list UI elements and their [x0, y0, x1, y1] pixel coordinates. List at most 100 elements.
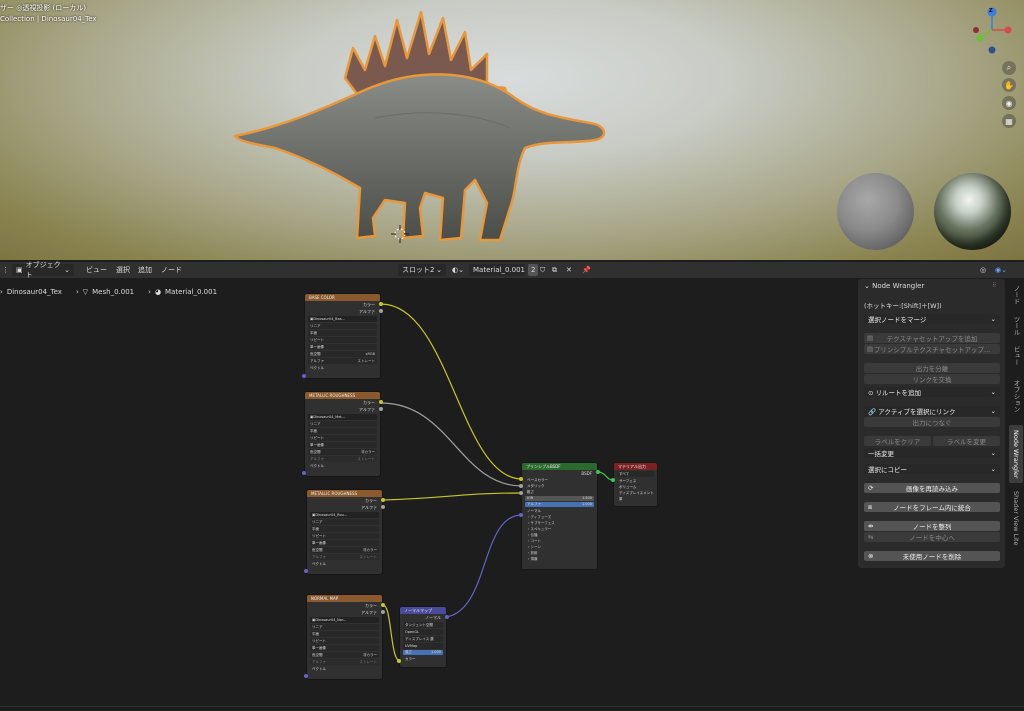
socket-color-out[interactable]	[379, 302, 383, 306]
fake-user-icon[interactable]: ⛉	[540, 264, 545, 276]
material-name-field[interactable]: Material_0.001	[469, 264, 525, 276]
space-dropdown[interactable]: タンジェント空間	[403, 622, 443, 628]
mode-dropdown[interactable]: ▣ オブジェクト ⌄	[12, 261, 74, 279]
menu-view[interactable]: ビュー	[86, 264, 107, 276]
colorspace-dropdown[interactable]: 色空間 非カラー	[308, 449, 377, 455]
image-selector[interactable]: ▣ Dinosaur04_Nor...	[310, 617, 379, 623]
projection-dropdown[interactable]: 平面	[310, 526, 379, 532]
image-texture-node-metallic[interactable]: METALLIC ROUGHNESS カラー アルファ ▣ Dinosaur04…	[304, 391, 381, 477]
socket-color-out[interactable]	[381, 603, 385, 607]
target-dropdown[interactable]: すべて	[617, 471, 654, 477]
alpha-mode-dropdown[interactable]: アルファ ストレート	[308, 456, 377, 462]
image-selector[interactable]: ▣ Dinosaur04_Met...	[308, 414, 377, 420]
add-principled-setup-button[interactable]: ▤ プリンシプルテクスチャセットアップ...	[864, 344, 1000, 354]
interpolation-dropdown[interactable]: リニア	[308, 323, 377, 329]
modify-labels-button[interactable]: ラベルを変更	[933, 436, 1000, 446]
colorspace-dropdown[interactable]: 色空間 sRGB	[308, 351, 377, 357]
socket-surface-in[interactable]	[611, 478, 615, 482]
source-dropdown[interactable]: 単一画像	[310, 540, 379, 546]
image-selector[interactable]: ▣ Dinosaur04_Rou...	[310, 512, 379, 518]
socket-vector-in[interactable]	[304, 569, 308, 573]
principled-bsdf-node[interactable]: プリンシプルBSDF BSDF ベースカラー メタリック 粗さ IOR 1.500…	[521, 462, 598, 570]
socket-vector-in[interactable]	[302, 471, 306, 475]
socket-normal-in[interactable]	[519, 513, 523, 517]
socket-color-out[interactable]	[381, 498, 385, 502]
panel-header[interactable]: ⌄ Node Wrangler	[864, 282, 924, 290]
tab-view[interactable]: ビュー	[1009, 343, 1023, 369]
snap-icon[interactable]: ◉⌄	[995, 264, 1007, 276]
camera-icon[interactable]: ◉	[1002, 96, 1016, 110]
uv-map-field[interactable]: UVMap	[403, 643, 443, 649]
extension-dropdown[interactable]: リピート	[308, 435, 377, 441]
alpha-mode-dropdown[interactable]: アルファ ストレート	[310, 659, 379, 665]
swap-links-button[interactable]: リンクを交換	[864, 374, 1000, 384]
editor-type-icon[interactable]: ⋮	[2, 264, 9, 276]
menu-select[interactable]: 選択	[116, 264, 130, 276]
menu-add[interactable]: 追加	[138, 264, 152, 276]
duplicate-material-icon[interactable]: ⧉	[552, 264, 557, 276]
pan-hand-icon[interactable]: ✋	[1002, 78, 1016, 92]
projection-dropdown[interactable]: 平面	[310, 631, 379, 637]
clear-label-button[interactable]: ラベルをクリア	[864, 436, 931, 446]
source-dropdown[interactable]: 単一画像	[308, 442, 377, 448]
alpha-slider[interactable]: アルファ 1.000	[525, 502, 594, 507]
copy-to-selected-dropdown[interactable]: 選択にコピー ⌄	[864, 464, 1000, 474]
socket-roughness-in[interactable]	[519, 491, 523, 495]
tab-node-wrangler[interactable]: Node Wrangler	[1009, 425, 1023, 483]
extension-dropdown[interactable]: リピート	[308, 337, 377, 343]
extension-dropdown[interactable]: リピート	[310, 533, 379, 539]
image-texture-node-roughness[interactable]: METALLIC ROUGHNESS カラー アルファ ▣ Dinosaur04…	[306, 489, 383, 575]
socket-color-out[interactable]	[379, 400, 383, 404]
socket-base-color-in[interactable]	[519, 477, 523, 481]
split-output-button[interactable]: 出力を分離	[864, 363, 1000, 373]
material-output-node[interactable]: マテリアル出力 すべて サーフェス ボリューム ディスプレイスメント 厚	[613, 462, 658, 507]
ior-slider[interactable]: IOR 1.500	[525, 496, 594, 501]
material-users-count[interactable]: 2	[528, 264, 539, 276]
socket-alpha-out[interactable]	[381, 505, 385, 509]
add-reroute-dropdown[interactable]: ⊙ リルートを追加 ⌄	[864, 387, 1000, 397]
socket-metallic-in[interactable]	[519, 484, 523, 488]
zoom-icon[interactable]: ⌕	[1002, 61, 1016, 75]
merge-selected-dropdown[interactable]: 選択ノードをマージ ⌄	[864, 314, 1000, 324]
3d-cursor-icon[interactable]	[391, 225, 409, 243]
drag-handle-icon[interactable]: ⠿	[992, 282, 996, 289]
socket-alpha-out[interactable]	[381, 610, 385, 614]
tab-tool[interactable]: ツール	[1009, 313, 1023, 339]
frame-selected-button[interactable]: ⧈ ノードをフレーム内に統合	[864, 502, 1000, 512]
3d-viewport[interactable]: ザー ◎透視投影 (ローカル) Collection | Dinosaur04_…	[0, 0, 1024, 260]
align-nodes-button[interactable]: ⇹ ノードを整列	[864, 521, 1000, 531]
link-active-dropdown[interactable]: 🔗 アクティブを選択にリンク ⌄	[864, 406, 1000, 416]
center-nodes-button[interactable]: ⇆ ノードを中心へ	[864, 532, 1000, 542]
projection-dropdown[interactable]: 平面	[308, 428, 377, 434]
socket-bsdf-out[interactable]	[596, 470, 600, 474]
socket-alpha-out[interactable]	[379, 407, 383, 411]
tab-options[interactable]: オプション	[1009, 373, 1023, 419]
alpha-mode-dropdown[interactable]: アルファ ストレート	[310, 554, 379, 560]
add-texture-setup-button[interactable]: ▤ テクスチャセットアップを追加	[864, 333, 1000, 343]
panel-thin-film[interactable]: › 薄膜	[522, 556, 597, 562]
delete-unused-nodes-button[interactable]: ⊗ 未使用ノードを削除	[864, 551, 1000, 561]
normal-map-node[interactable]: ノーマルマップ ノーマル タンジェント空間 OpenGL ディスプレイス 跳 U…	[399, 606, 447, 668]
interpolation-dropdown[interactable]: リニア	[310, 519, 379, 525]
grid-view-icon[interactable]: ▦	[1002, 114, 1016, 128]
strength-slider[interactable]: 強さ 1.000	[403, 650, 443, 655]
image-texture-node-normal[interactable]: NORMAL MAP カラー アルファ ▣ Dinosaur04_Nor... …	[306, 594, 383, 680]
colorspace-dropdown[interactable]: 色空間 非カラー	[310, 547, 379, 553]
socket-vector-in[interactable]	[302, 374, 306, 378]
overlay-icon[interactable]: ◎	[980, 264, 986, 276]
projection-dropdown[interactable]: 平面	[308, 330, 377, 336]
alpha-mode-dropdown[interactable]: アルファ ストレート	[308, 358, 377, 364]
image-selector[interactable]: ▣ Dinosaur04_Bas...	[308, 316, 377, 322]
source-dropdown[interactable]: 単一画像	[308, 344, 377, 350]
tab-node[interactable]: ノード	[1009, 281, 1023, 309]
interpolation-dropdown[interactable]: リニア	[308, 421, 377, 427]
menu-node[interactable]: ノード	[161, 264, 182, 276]
convention-dropdown[interactable]: OpenGL	[403, 629, 443, 635]
tab-shader-view-lite[interactable]: Shader View Lite	[1009, 487, 1023, 549]
displace-dropdown[interactable]: ディスプレイス 跳	[403, 636, 443, 642]
batch-change-dropdown[interactable]: 一括変更 ⌄	[864, 448, 1000, 458]
connect-to-output-button[interactable]: 出力につなぐ	[864, 417, 1000, 427]
socket-normal-out[interactable]	[445, 615, 449, 619]
material-sphere-icon[interactable]: ◐⌄	[452, 264, 464, 276]
slot-dropdown[interactable]: スロット2 ⌄	[398, 264, 446, 276]
